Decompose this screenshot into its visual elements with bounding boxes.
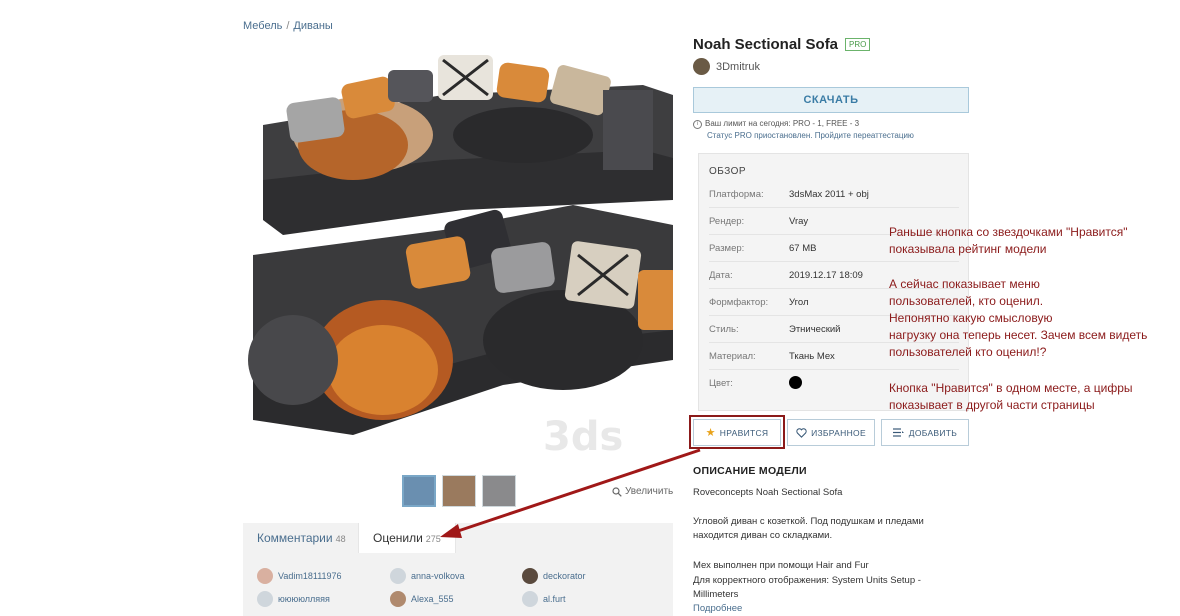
- avatar: [522, 568, 538, 584]
- pro-badge: PRO: [845, 38, 871, 51]
- row-key: Стиль:: [709, 324, 739, 335]
- rater-name: Vadim18111976: [278, 571, 342, 581]
- row-value: 2019.12.17 18:09: [789, 270, 863, 281]
- description-line: Для корректного отображения: System Unit…: [693, 575, 921, 586]
- rater-name: deckorator: [543, 571, 586, 581]
- add-label: ДОБАВИТЬ: [908, 427, 958, 438]
- row-key: Платформа:: [709, 189, 764, 200]
- row-value: 3dsMax 2011 + obj: [789, 189, 869, 200]
- rater-item[interactable]: deckorator: [522, 568, 586, 584]
- overview-row: Платформа: 3dsMax 2011 + obj: [709, 181, 959, 208]
- row-key: Цвет:: [709, 378, 733, 389]
- description-line: находится диван со складками.: [693, 530, 833, 541]
- zoom-button[interactable]: Увеличить: [612, 486, 673, 497]
- favorite-label: ИЗБРАННОЕ: [811, 427, 866, 438]
- description-line: Roveconcepts Noah Sectional Sofa: [693, 487, 843, 498]
- thumbnail-strip: [402, 475, 516, 507]
- rater-item[interactable]: al.furt: [522, 591, 566, 607]
- product-image[interactable]: 3ds: [243, 40, 673, 460]
- author-avatar: [693, 58, 710, 75]
- tab-comments-label: Комментарии: [257, 531, 333, 545]
- row-value[interactable]: Угол: [789, 297, 808, 308]
- overview-heading: ОБЗОР: [709, 166, 747, 177]
- download-limit: i Ваш лимит на сегодня: PRO - 1, FREE - 3…: [693, 118, 914, 142]
- read-more-link[interactable]: Подробнее: [693, 602, 742, 616]
- pro-status-link[interactable]: Статус PRO приостановлен. Пройдите переа…: [693, 130, 914, 142]
- add-to-collection-button[interactable]: ДОБАВИТЬ: [881, 419, 969, 446]
- watermark-logo: 3ds: [543, 414, 623, 460]
- avatar: [257, 591, 273, 607]
- annotation-highlight-box: [689, 415, 785, 449]
- row-key: Формфактор:: [709, 297, 769, 308]
- avatar: [257, 568, 273, 584]
- product-title: Noah Sectional Sofa PRO: [693, 36, 871, 53]
- row-key: Дата:: [709, 270, 733, 281]
- thumbnail-2[interactable]: [442, 475, 476, 507]
- row-value[interactable]: Ткань Мех: [789, 351, 835, 362]
- breadcrumb-sofas[interactable]: Диваны: [293, 20, 332, 32]
- rater-item[interactable]: Vadim18111976: [257, 568, 342, 584]
- row-value[interactable]: Этнический: [789, 324, 841, 335]
- row-value[interactable]: Vray: [789, 216, 808, 227]
- list-add-icon: [892, 428, 904, 437]
- zoom-label: Увеличить: [625, 486, 674, 497]
- favorite-button[interactable]: ИЗБРАННОЕ: [787, 419, 875, 446]
- rater-item[interactable]: Alexa_555: [390, 591, 454, 607]
- tab-comments[interactable]: Комментарии 48: [243, 523, 360, 553]
- avatar: [390, 591, 406, 607]
- description-line: Millimeters: [693, 589, 739, 600]
- download-button[interactable]: СКАЧАТЬ: [693, 87, 969, 113]
- rater-name: anna-volkova: [411, 571, 465, 581]
- sofa-render: 3ds: [248, 55, 673, 460]
- magnifier-icon: [612, 486, 622, 497]
- rated-count: 275: [425, 534, 441, 544]
- rater-name: ююююлляяя: [278, 594, 330, 604]
- author[interactable]: 3Dmitruk: [693, 58, 760, 75]
- tab-rated[interactable]: Оценили 275: [358, 523, 456, 553]
- color-swatch[interactable]: [789, 376, 802, 389]
- row-key: Рендер:: [709, 216, 745, 227]
- annotation-text-3: Кнопка "Нравится" в одном месте, а цифры…: [889, 381, 1133, 412]
- comments-count: 48: [335, 534, 346, 544]
- raters-list: Vadim18111976 anna-volkova deckorator юю…: [243, 553, 673, 616]
- limit-text: Ваш лимит на сегодня: PRO - 1, FREE - 3: [705, 119, 860, 128]
- tabs-bar: Комментарии 48 Оценили 275: [243, 523, 673, 553]
- breadcrumb-furniture[interactable]: Мебель: [243, 20, 282, 32]
- breadcrumb: Мебель / Диваны: [243, 20, 333, 32]
- avatar: [390, 568, 406, 584]
- thumbnail-1[interactable]: [402, 475, 436, 507]
- author-name: 3Dmitruk: [716, 60, 761, 73]
- description-line: Мех выполнен при помощи Hair and Fur: [693, 560, 869, 571]
- thumbnail-3[interactable]: [482, 475, 516, 507]
- row-key: Материал:: [709, 351, 756, 362]
- breadcrumb-separator: /: [286, 20, 290, 32]
- row-key: Размер:: [709, 243, 745, 254]
- avatar: [522, 591, 538, 607]
- description-heading: ОПИСАНИЕ МОДЕЛИ: [693, 465, 807, 477]
- annotation-text-1: Раньше кнопка со звездочками "Нравится" …: [889, 225, 1128, 256]
- row-value: 67 MB: [789, 243, 817, 254]
- product-title-text: Noah Sectional Sofa: [693, 36, 839, 53]
- rater-name: al.furt: [543, 594, 566, 604]
- heart-icon: [796, 427, 807, 438]
- rater-name: Alexa_555: [411, 594, 454, 604]
- info-icon: i: [693, 119, 702, 129]
- rater-item[interactable]: anna-volkova: [390, 568, 465, 584]
- tab-rated-label: Оценили: [373, 531, 423, 545]
- rater-item[interactable]: ююююлляяя: [257, 591, 330, 607]
- description-line: Угловой диван с козеткой. Под подушкам и…: [693, 516, 924, 527]
- annotation-text-2: А сейчас показывает меню пользователей, …: [889, 277, 1148, 359]
